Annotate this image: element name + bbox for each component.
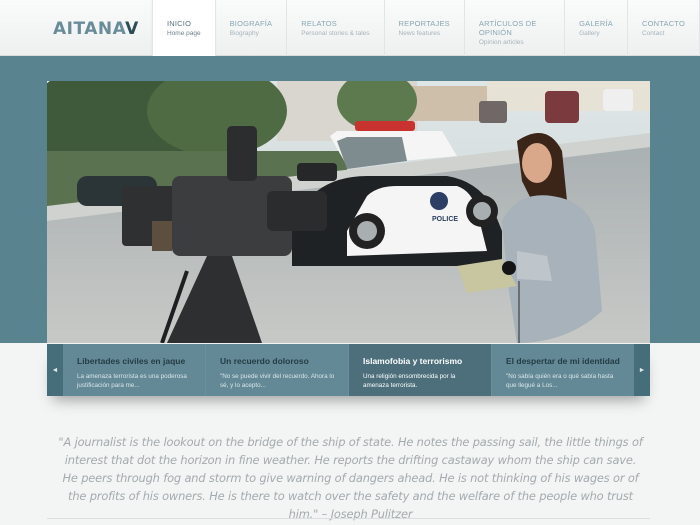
slider-prev-button[interactable]: ◄ [47,344,63,396]
nav-label: BIOGRAFÍA [229,19,273,28]
arrow-left-icon: ◄ [51,366,59,374]
slider-tab-recuerdo[interactable]: Un recuerdo doloroso "No se puede vivir … [205,344,348,396]
slider-tab-islamofobia[interactable]: Islamofobia y terrorismo Una religión en… [348,344,491,396]
pulitzer-quote: "A journalist is the lookout on the brid… [58,435,643,521]
nav-item-galeria[interactable]: GALERÍA Gallery [564,0,627,56]
nav-label: INICIO [167,19,192,28]
nav-item-articulos[interactable]: ARTÍCULOS DE OPINIÓN Opinion articles [463,0,564,56]
slide-description: "No se puede vivir del recuerdo. Ahora l… [220,373,335,389]
nav-sublabel: Biography [229,30,259,37]
arrow-right-icon: ► [638,366,646,374]
slide-description: "No sabía quién era o qué sabía hasta qu… [506,373,614,389]
logo-accent-letter: V [125,19,139,39]
nav-sublabel: Opinion articles [478,39,524,46]
slide-title: Libertades civiles en jaque [77,356,186,366]
slide-description: Una religión ensombrecida por la amenaza… [363,373,456,389]
nav-sublabel: Home page [167,30,201,37]
nav-label: REPORTAJES [398,19,450,28]
nav-item-relatos[interactable]: RELATOS Personal stories & tales [286,0,383,56]
slide-title: El despertar de mi identidad [506,356,620,366]
nav-item-reportajes[interactable]: REPORTAJES News features [383,0,464,56]
slider-next-button[interactable]: ► [634,344,650,396]
main-nav: INICIO Home page BIOGRAFÍA Biography REL… [152,0,700,56]
nav-sublabel: Contact [642,30,665,37]
police-car-badge: POLICE [432,216,458,223]
slider-tab-identidad[interactable]: El despertar de mi identidad "No sabía q… [491,344,634,396]
logo-text: AITANA [53,19,126,39]
slider-tab-libertades[interactable]: Libertades civiles en jaque La amenaza t… [63,344,205,396]
slider-tabs: Libertades civiles en jaque La amenaza t… [63,344,634,396]
nav-label: RELATOS [301,19,337,28]
nav-label: GALERÍA [579,19,613,28]
slide-title: Un recuerdo doloroso [220,356,309,366]
divider [47,518,650,519]
slide-description: La amenaza terrorista es una poderosa ju… [77,373,187,389]
news-slider: ◄ Libertades civiles en jaque La amenaza… [47,344,650,396]
nav-sublabel: News features [398,30,441,37]
slide-title: Islamofobia y terrorismo [363,356,463,366]
nav-label: ARTÍCULOS DE OPINIÓN [478,19,537,37]
nav-item-inicio[interactable]: INICIO Home page [152,0,215,56]
hero-image[interactable]: POLICE [47,81,650,343]
nav-sublabel: Gallery [579,30,600,37]
nav-label: CONTACTO [642,19,685,28]
site-header: AITANAV INICIO Home page BIOGRAFÍA Biogr… [0,0,700,56]
nav-sublabel: Personal stories & tales [301,30,370,37]
site-logo[interactable]: AITANAV [53,19,139,39]
nav-item-contacto[interactable]: CONTACTO Contact [627,0,700,56]
hero-photo-illustration: POLICE [47,81,650,343]
nav-item-biografia[interactable]: BIOGRAFÍA Biography [214,0,287,56]
